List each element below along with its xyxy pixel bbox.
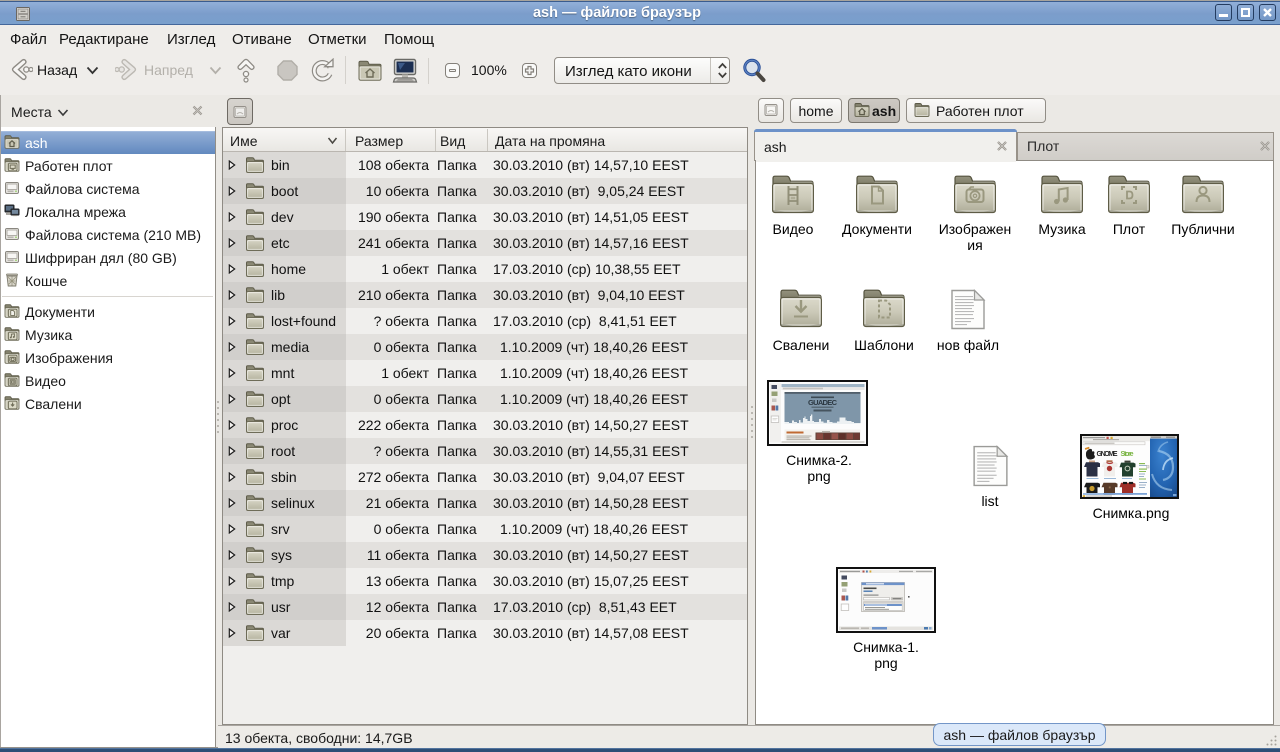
svg-text:Store: Store — [1121, 451, 1134, 458]
svg-text:GUADEC: GUADEC — [808, 398, 838, 407]
svg-text:GNOME: GNOME — [1097, 451, 1118, 458]
